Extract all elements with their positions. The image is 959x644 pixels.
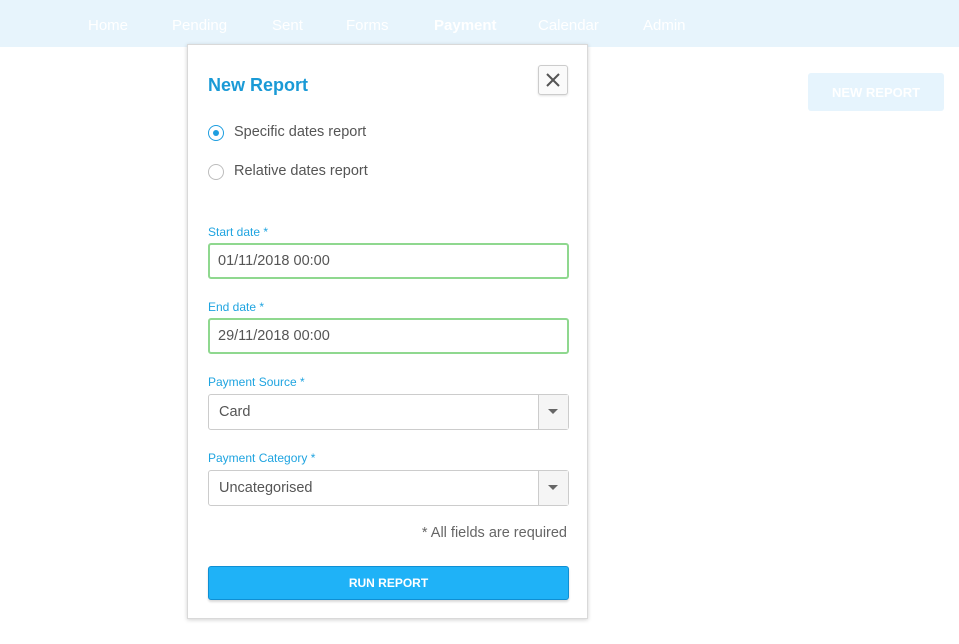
dialog-title: New Report (208, 75, 309, 95)
top-navigation-bar: Home Pending Sent Forms Payment Calendar… (0, 0, 959, 47)
close-button[interactable] (538, 65, 568, 95)
nav-item-payment[interactable]: Payment (434, 17, 497, 34)
nav-item-forms[interactable]: Forms (346, 17, 389, 34)
start-date-label: Start date * (208, 225, 269, 239)
payment-category-select[interactable]: Uncategorised (208, 470, 569, 506)
radio-label: Specific dates report (234, 124, 367, 140)
chevron-down-icon[interactable] (538, 471, 568, 505)
payment-source-value: Card (219, 404, 251, 420)
nav-item-admin[interactable]: Admin (643, 17, 686, 34)
radio-button[interactable] (208, 164, 224, 180)
nav-item-sent[interactable]: Sent (272, 17, 303, 34)
chevron-down-icon[interactable] (538, 395, 568, 429)
end-date-input[interactable] (208, 318, 569, 354)
new-report-button[interactable]: NEW REPORT (808, 73, 944, 111)
run-report-button[interactable]: RUN REPORT (208, 566, 569, 600)
payment-category-value: Uncategorised (219, 480, 313, 496)
radio-label: Relative dates report (234, 163, 368, 179)
start-date-input[interactable] (208, 243, 569, 279)
new-report-dialog: New Report Specific dates report Relativ… (187, 44, 588, 619)
end-date-label: End date * (208, 300, 265, 314)
close-icon (546, 73, 560, 87)
radio-button-checked[interactable] (208, 125, 224, 141)
payment-category-label: Payment Category * (208, 451, 316, 465)
nav-item-calendar[interactable]: Calendar (538, 17, 599, 34)
required-fields-note: * All fields are required (421, 525, 567, 541)
payment-source-label: Payment Source * (208, 375, 305, 389)
payment-source-select[interactable]: Card (208, 394, 569, 430)
nav-item-home[interactable]: Home (88, 17, 128, 34)
nav-item-pending[interactable]: Pending (172, 17, 227, 34)
